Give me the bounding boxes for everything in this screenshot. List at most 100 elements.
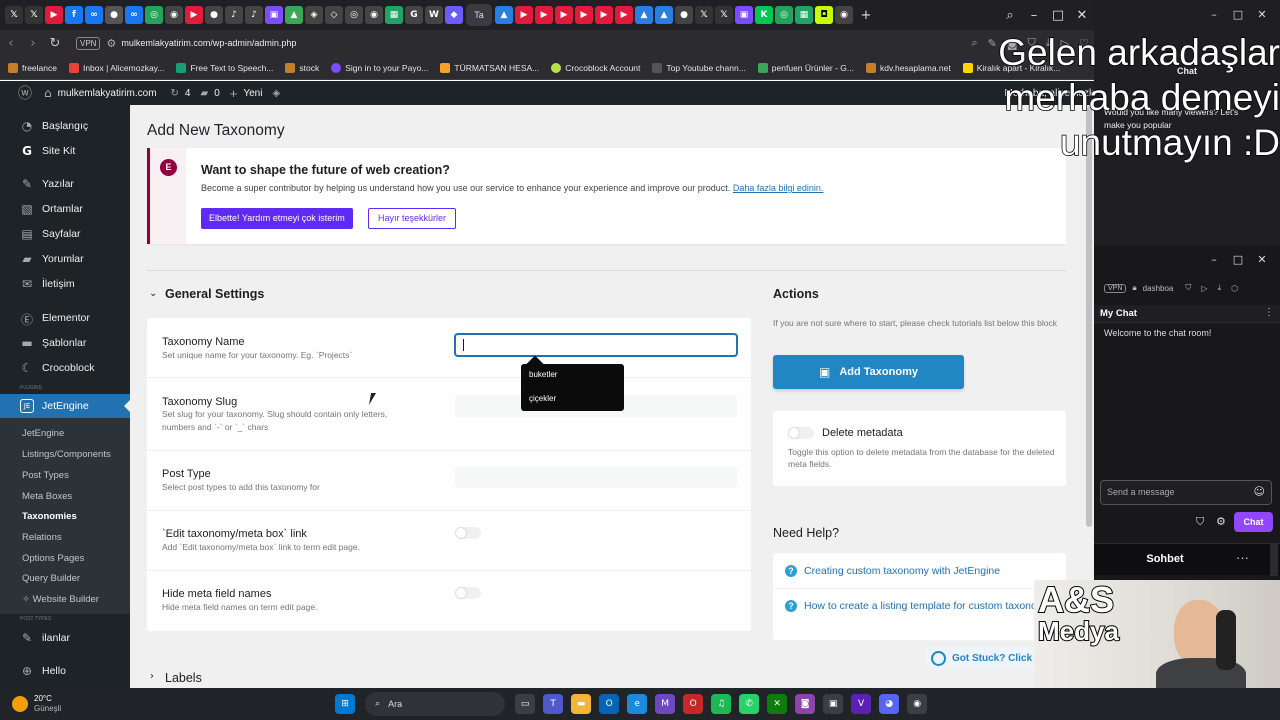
sidebar-item-ortamlar[interactable]: ▧ Ortamlar bbox=[0, 202, 130, 216]
shield-icon[interactable]: ⛉ bbox=[1185, 283, 1191, 293]
new-tab-icon[interactable]: + bbox=[854, 8, 878, 23]
spotify-icon[interactable]: ♫ bbox=[711, 694, 732, 714]
submenu-item-post-types[interactable]: Post Types bbox=[22, 470, 69, 481]
sidebar-item-yazilar[interactable]: ✎ Yazılar bbox=[0, 177, 130, 191]
bookmark[interactable]: TÜRMATSAN HESA... bbox=[440, 62, 539, 73]
tab-icon[interactable]: ◎ bbox=[775, 6, 793, 24]
xbox-icon[interactable]: ✕ bbox=[767, 694, 788, 714]
close-icon[interactable]: ✕ bbox=[1070, 8, 1094, 23]
download-icon[interactable]: ⤓ bbox=[1218, 283, 1222, 293]
app-icon[interactable]: ◙ bbox=[795, 694, 816, 714]
submenu-item-query-builder[interactable]: Query Builder bbox=[22, 573, 80, 584]
file-explorer-icon[interactable]: ▬ bbox=[571, 694, 592, 714]
section-title-labels[interactable]: Labels bbox=[165, 671, 202, 685]
minimize-icon[interactable]: – bbox=[1022, 8, 1046, 23]
bookmark[interactable]: Free Text to Speech... bbox=[176, 62, 273, 73]
sidebar-item-baslangic[interactable]: ◔ Başlangıç bbox=[0, 119, 130, 133]
sidebar-item-hello[interactable]: ⊕ Hello bbox=[0, 664, 130, 678]
zoom-icon[interactable]: ⌕ bbox=[971, 36, 977, 50]
youtube-icon[interactable]: ▶ bbox=[575, 6, 593, 24]
bookmark[interactable]: penfuen Ürünler - G... bbox=[757, 62, 854, 73]
app-icon[interactable]: V bbox=[851, 694, 872, 714]
submenu-item-jetengine[interactable]: JetEngine bbox=[22, 428, 64, 439]
youtube-icon[interactable]: ▶ bbox=[45, 6, 63, 24]
youtube-icon[interactable]: ▶ bbox=[595, 6, 613, 24]
close-icon[interactable]: ✕ bbox=[1250, 8, 1274, 21]
bookmark[interactable]: freelance bbox=[8, 62, 57, 73]
task-view-icon[interactable]: ▭ bbox=[515, 694, 536, 714]
post-type-select[interactable] bbox=[455, 466, 737, 488]
more-icon[interactable]: ⋮ bbox=[1264, 307, 1274, 318]
forward-icon[interactable]: › bbox=[22, 36, 44, 51]
tab-icon[interactable]: ◉ bbox=[835, 6, 853, 24]
tiktok-icon[interactable]: ♪ bbox=[245, 6, 263, 24]
youtube-icon[interactable]: ▶ bbox=[515, 6, 533, 24]
submenu-item-taxonomies[interactable]: Taxonomies bbox=[22, 511, 77, 522]
tab-icon[interactable]: ◆ bbox=[445, 6, 463, 24]
app-icon[interactable]: ◉ bbox=[907, 694, 928, 714]
vpn-badge[interactable]: VPN bbox=[1104, 283, 1127, 293]
bookmark[interactable]: Inbox | Alicemozkay... bbox=[68, 62, 164, 73]
weather-widget[interactable]: 20°C Güneşli bbox=[12, 694, 61, 714]
help-link[interactable]: ? Creating custom taxonomy with JetEngine bbox=[785, 563, 1000, 580]
minimize-icon[interactable]: – bbox=[1202, 8, 1226, 21]
x-icon[interactable]: 𝕏 bbox=[695, 6, 713, 24]
help-link[interactable]: ? How to create a listing template for cu… bbox=[785, 598, 1055, 615]
learn-more-link[interactable]: Daha fazla bilgi edinin. bbox=[733, 183, 824, 193]
sidebar-item-sablonlar[interactable]: ▬ Şablonlar bbox=[0, 336, 130, 350]
kick-icon[interactable]: K bbox=[755, 6, 773, 24]
sidebar-item-site-kit[interactable]: G Site Kit bbox=[0, 144, 130, 158]
tab-icon[interactable]: ● bbox=[205, 6, 223, 24]
chrome-tab-icon[interactable]: ● bbox=[675, 6, 693, 24]
site-name-link[interactable]: mulkemlakyatirim.com bbox=[58, 88, 157, 99]
edit-link-toggle[interactable] bbox=[455, 527, 481, 539]
app-icon[interactable]: ▣ bbox=[823, 694, 844, 714]
bookmark[interactable]: stock bbox=[285, 62, 319, 73]
meta-icon[interactable]: ∞ bbox=[85, 6, 103, 24]
chevron-right-icon[interactable]: › bbox=[150, 671, 154, 682]
accept-button[interactable]: Elbette! Yardım etmeyi çok isterim bbox=[201, 208, 353, 229]
teams-icon[interactable]: T bbox=[543, 694, 564, 714]
youtube-icon[interactable]: ▶ bbox=[615, 6, 633, 24]
edge-icon[interactable]: e bbox=[627, 694, 648, 714]
sidebar-item-yorumlar[interactable]: ▰ Yorumlar bbox=[0, 252, 130, 266]
delete-metadata-toggle[interactable] bbox=[788, 427, 814, 439]
bookmark[interactable]: Crocoblock Account bbox=[551, 62, 640, 73]
chrome-tab-icon[interactable]: ● bbox=[105, 6, 123, 24]
youtube-icon[interactable]: ▶ bbox=[185, 6, 203, 24]
close-icon[interactable]: ✕ bbox=[1250, 253, 1274, 266]
updates-count[interactable]: 4 bbox=[185, 88, 191, 99]
tab-icon[interactable]: ▦ bbox=[795, 6, 813, 24]
tab-icon[interactable]: ▲ bbox=[495, 6, 513, 24]
hide-meta-names-toggle[interactable] bbox=[455, 587, 481, 599]
meta-icon[interactable]: ∞ bbox=[125, 6, 143, 24]
taskbar-search[interactable]: ⌕ Ara bbox=[365, 692, 506, 716]
sidebar-item-iletisim[interactable]: ✉ İletişim bbox=[0, 277, 130, 291]
comments-count[interactable]: 0 bbox=[214, 88, 220, 99]
more-icon[interactable]: ··· bbox=[1236, 550, 1249, 565]
new-link[interactable]: Yeni bbox=[243, 88, 262, 99]
wordpress-icon[interactable]: W bbox=[425, 6, 443, 24]
maximize-icon[interactable]: □ bbox=[1226, 253, 1250, 266]
sidebar-item-crocoblock[interactable]: ☾ Crocoblock bbox=[0, 361, 130, 375]
url-field[interactable]: mulkemlakyatirim.com/wp-admin/admin.php bbox=[121, 38, 296, 48]
tab-icon[interactable]: ◎ bbox=[145, 6, 163, 24]
back-icon[interactable]: ‹ bbox=[0, 36, 22, 51]
google-icon[interactable]: G bbox=[405, 6, 423, 24]
chevron-down-icon[interactable]: ⌄ bbox=[149, 288, 157, 299]
chat-input[interactable]: Send a message ☺ bbox=[1100, 480, 1272, 505]
chat-url[interactable]: dashboa bbox=[1143, 284, 1174, 293]
diamond-icon[interactable]: ◈ bbox=[272, 88, 280, 99]
sidebar-item-ilanlar[interactable]: ✎ ilanlar bbox=[0, 631, 130, 645]
tab-icon[interactable]: ◎ bbox=[345, 6, 363, 24]
submenu-item-website-builder[interactable]: ✧ Website Builder bbox=[22, 594, 99, 605]
x-icon[interactable]: 𝕏 bbox=[715, 6, 733, 24]
youtube-icon[interactable]: ▶ bbox=[535, 6, 553, 24]
tiktok-icon[interactable]: ♪ bbox=[225, 6, 243, 24]
opera-icon[interactable]: O bbox=[683, 694, 704, 714]
tab-icon[interactable]: ▣ bbox=[735, 6, 753, 24]
bookmark[interactable]: kdv.hesaplama.net bbox=[866, 62, 951, 73]
chat-send-button[interactable]: Chat bbox=[1234, 512, 1273, 532]
tab-icon[interactable]: ▲ bbox=[635, 6, 653, 24]
minimize-icon[interactable]: – bbox=[1202, 253, 1226, 266]
